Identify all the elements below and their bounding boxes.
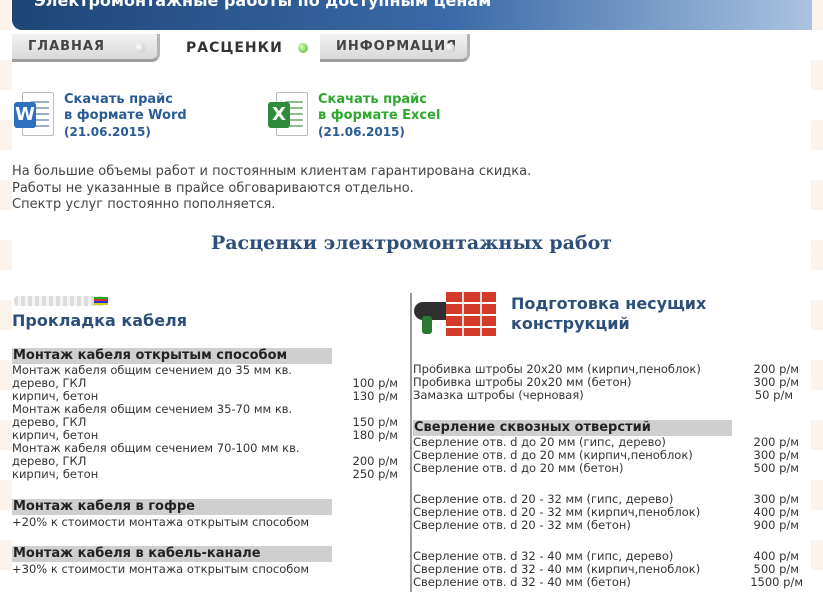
download-excel-line2: в формате Excel <box>318 108 441 123</box>
tab-active-indicator-icon <box>298 43 308 53</box>
download-word-link[interactable]: W Скачать прайс в формате Word (21.06.20… <box>14 92 187 140</box>
section-title-cable: Прокладка кабеля <box>12 311 188 330</box>
excel-icon: X <box>268 92 308 138</box>
tab-prices-label: РАСЦЕНКИ <box>186 40 283 56</box>
nav-tabs: ГЛАВНАЯ РАСЦЕНКИ ИНФОРМАЦИЯ <box>12 34 812 66</box>
download-word-line1: Скачать прайс <box>64 92 173 107</box>
chasing-price-list: Пробивка штробы 20х20 мм (кирпич,пенобло… <box>413 363 799 402</box>
section-title-line: конструкций <box>511 314 630 333</box>
section-header-channel: Монтаж кабеля в кабель-канале <box>12 546 332 562</box>
price-row: Сверление отв. d до 20 мм (бетон) 500 р/м <box>413 461 799 475</box>
download-excel-date: (21.06.2015) <box>318 125 405 139</box>
tab-info-label: ИНФОРМАЦИЯ <box>336 39 458 54</box>
section-header-drilling: Сверление сквозных отверстий <box>413 420 732 436</box>
page-title: Расценки электромонтажных работ <box>210 232 613 254</box>
open-price-list: Монтаж кабеля общим сечением до 35 мм кв… <box>12 364 398 481</box>
drilling-group-1: Сверление отв. d до 20 мм (гипс, дерево)… <box>413 436 799 475</box>
note-line: Спектр услуг постоянно пополняется. <box>12 197 276 212</box>
download-word-date: (21.06.2015) <box>64 125 151 139</box>
top-banner: Электромонтажные работы по доступным цен… <box>12 0 812 30</box>
drill-wall-icon <box>414 292 496 336</box>
banner-title: Электромонтажные работы по доступным цен… <box>34 0 492 10</box>
tab-main[interactable]: ГЛАВНАЯ <box>12 34 160 62</box>
section-header-gofre: Монтаж кабеля в гофре <box>12 499 332 515</box>
channel-text: +30% к стоимости монтажа открытым способ… <box>12 562 310 576</box>
section-header-open: Монтаж кабеля открытым способом <box>12 348 332 364</box>
tab-indicator-icon <box>445 43 455 53</box>
notes: На большие объемы работ и постоянным кли… <box>12 164 531 214</box>
cable-icon <box>14 296 108 306</box>
word-icon: W <box>14 92 54 138</box>
tab-info[interactable]: ИНФОРМАЦИЯ <box>320 34 470 62</box>
tab-prices[interactable]: РАСЦЕНКИ <box>170 34 320 62</box>
download-excel-link[interactable]: X Скачать прайс в формате Excel (21.06.2… <box>268 92 440 140</box>
price-row: Сверление отв. d 20 - 32 мм (бетон) 900 р… <box>413 518 799 532</box>
section-title-structures: Подготовка несущих конструкций <box>511 294 706 334</box>
download-excel-line1: Скачать прайс <box>318 92 427 107</box>
tab-indicator-icon <box>135 43 145 53</box>
drilling-group-2: Сверление отв. d 20 - 32 мм (гипс, дерев… <box>413 493 799 532</box>
side-decoration-right <box>811 0 823 592</box>
tab-main-label: ГЛАВНАЯ <box>28 39 106 54</box>
side-decoration-left <box>0 0 12 592</box>
drilling-group-3: Сверление отв. d 32 - 40 мм (гипс, дерев… <box>413 550 803 589</box>
price-row: Замазка штробы (черновая) 50 р/м <box>413 388 793 402</box>
column-divider <box>410 293 412 592</box>
download-word-line2: в формате Word <box>64 108 187 123</box>
note-line: На большие объемы работ и постоянным кли… <box>12 164 532 179</box>
note-line: Работы не указанные в прайсе обговариваю… <box>12 180 414 196</box>
price-row: Сверление отв. d 32 - 40 мм (бетон) 1500 … <box>413 575 803 589</box>
section-title-line: Подготовка несущих <box>511 294 707 313</box>
price-row: кирпич, бетон 250 р/м <box>12 467 398 481</box>
gofre-text: +20% к стоимости монтажа открытым способ… <box>12 515 310 529</box>
